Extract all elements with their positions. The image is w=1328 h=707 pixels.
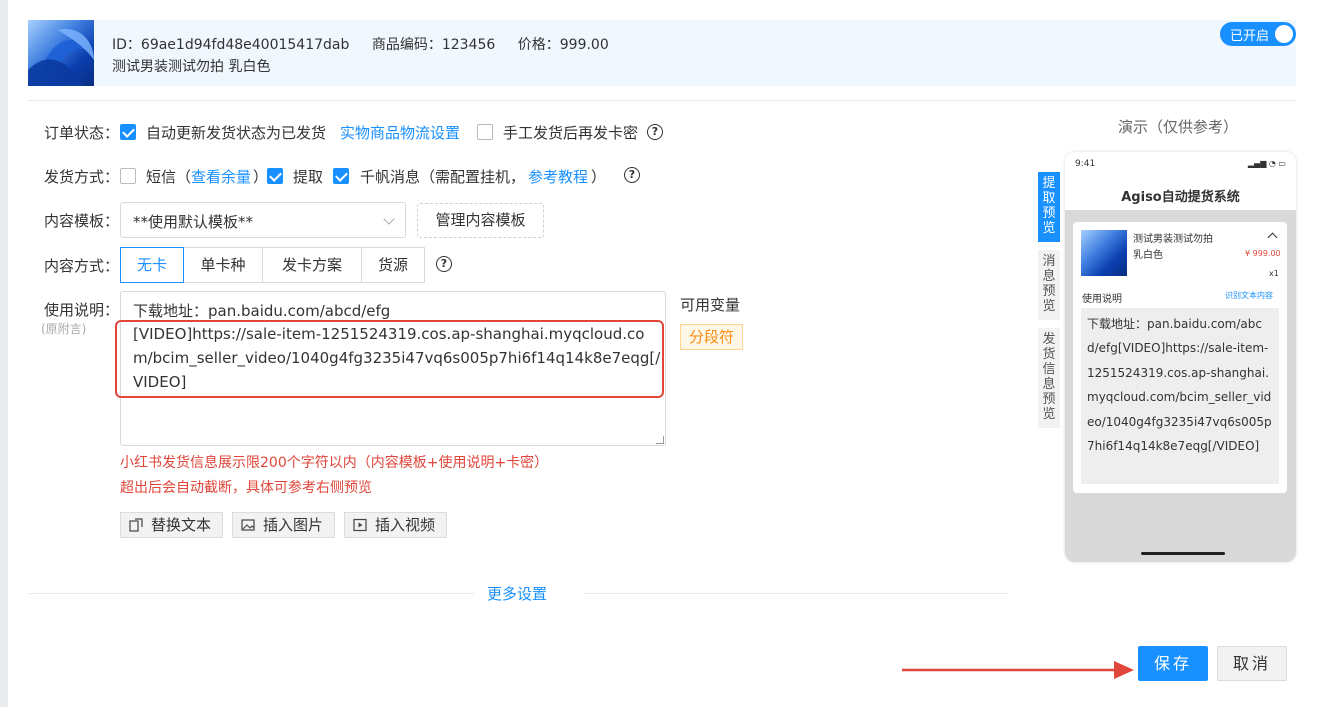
toggle-label: 已开启 bbox=[1230, 29, 1270, 44]
delivery-method-label: 发货方式： bbox=[44, 168, 120, 186]
qianfan-text: 千帆消息（需配置挂机， bbox=[360, 168, 526, 186]
more-settings-link[interactable]: 更多设置 bbox=[487, 583, 547, 604]
tab-delivery-info-preview[interactable]: 发货信息预览 bbox=[1038, 328, 1060, 428]
preview-price: ¥ 999.00 bbox=[1245, 249, 1281, 258]
mode-option-card-plan[interactable]: 发卡方案 bbox=[262, 247, 362, 283]
phone-app-title: Agiso自动提货系统 bbox=[1121, 190, 1240, 205]
save-button[interactable]: 保存 bbox=[1138, 646, 1208, 681]
video-icon bbox=[353, 518, 367, 532]
phone-body: 测试男装测试勿拍 乳白色 ¥ 999.00 x1 使用说明 识别文本内容 下载地… bbox=[1065, 210, 1296, 562]
insert-video-label: 插入视频 bbox=[375, 516, 436, 534]
instructions-line: 下载地址：pan.baidu.com/abcd/efg bbox=[133, 302, 391, 320]
product-meta: ID：69ae1d94fd48e40015417dab 商品编码：123456 … bbox=[112, 34, 627, 54]
preview-usage-label: 使用说明 bbox=[1082, 294, 1122, 305]
preview-product-name: 测试男装测试勿拍 乳白色 bbox=[1133, 234, 1213, 261]
preview-order-card: 测试男装测试勿拍 乳白色 ¥ 999.00 x1 使用说明 识别文本内容 下载地… bbox=[1073, 222, 1287, 493]
modal-backdrop bbox=[0, 0, 8, 707]
tab-extract-preview[interactable]: 提取预览 bbox=[1038, 172, 1060, 242]
phone-home-indicator bbox=[1141, 552, 1225, 555]
extract-checkbox[interactable] bbox=[267, 168, 283, 184]
insert-video-button[interactable]: 插入视频 bbox=[344, 512, 447, 538]
phone-preview: 9:41 ▂▄▆ ◔ ▭ Agiso自动提货系统 测试男装测试勿拍 乳白色 ¥ … bbox=[1065, 152, 1296, 562]
auto-update-status-text: 自动更新发货状态为已发货 bbox=[146, 124, 327, 142]
tutorial-link[interactable]: 参考教程 bbox=[528, 166, 588, 187]
replace-text-label: 替换文本 bbox=[151, 516, 212, 534]
image-icon bbox=[241, 519, 255, 531]
help-icon[interactable]: ? bbox=[624, 167, 640, 183]
cancel-button[interactable]: 取消 bbox=[1217, 646, 1287, 681]
product-thumbnail bbox=[28, 20, 94, 86]
truncate-warning: 超出后会自动截断，具体可参考右侧预览 bbox=[120, 480, 372, 496]
phone-header: 9:41 ▂▄▆ ◔ ▭ Agiso自动提货系统 bbox=[1065, 152, 1296, 210]
product-code: 商品编码：123456 bbox=[371, 37, 496, 53]
available-variables-title: 可用变量 bbox=[680, 296, 741, 314]
manage-template-button[interactable]: 管理内容模板 bbox=[417, 203, 544, 238]
resize-handle[interactable] bbox=[656, 436, 664, 444]
qianfan-checkbox[interactable] bbox=[333, 168, 349, 184]
tutorial-close-paren: ） bbox=[591, 168, 607, 186]
preview-title: 演示（仅供参考） bbox=[1118, 118, 1239, 136]
content-mode-label: 内容方式： bbox=[44, 257, 120, 275]
insert-image-label: 插入图片 bbox=[263, 516, 324, 534]
sms-close-paren: ） bbox=[253, 168, 269, 186]
insert-image-button[interactable]: 插入图片 bbox=[232, 512, 335, 538]
enabled-toggle[interactable]: 已开启 bbox=[1220, 22, 1296, 46]
more-settings-divider-right bbox=[583, 593, 1007, 594]
chevron-up-icon[interactable] bbox=[1267, 232, 1278, 243]
sms-checkbox[interactable] bbox=[120, 168, 136, 184]
phone-time: 9:41 bbox=[1075, 159, 1096, 169]
manual-resend-checkbox[interactable] bbox=[477, 124, 493, 140]
replace-icon bbox=[129, 518, 143, 532]
header-divider bbox=[28, 100, 1296, 101]
content-template-value: **使用默认模板** bbox=[133, 213, 254, 231]
preview-content-text: 下载地址：pan.baidu.com/abcd/efg[VIDEO]https:… bbox=[1081, 308, 1279, 484]
product-delivery-dialog: ID：69ae1d94fd48e40015417dab 商品编码：123456 … bbox=[8, 0, 1320, 707]
mode-option-single-card[interactable]: 单卡种 bbox=[183, 247, 263, 283]
variable-tag-separator[interactable]: 分段符 bbox=[680, 324, 743, 350]
replace-text-button[interactable]: 替换文本 bbox=[120, 512, 223, 538]
preview-product-thumbnail bbox=[1081, 230, 1127, 276]
manual-resend-text: 手工发货后再发卡密 bbox=[503, 124, 639, 142]
product-header: ID：69ae1d94fd48e40015417dab 商品编码：123456 … bbox=[28, 20, 1296, 86]
content-template-select[interactable]: **使用默认模板** bbox=[120, 202, 406, 238]
check-balance-link[interactable]: 查看余量 bbox=[191, 166, 251, 187]
help-icon[interactable]: ? bbox=[436, 256, 452, 272]
instructions-label: 使用说明： bbox=[44, 301, 120, 319]
product-id: ID：69ae1d94fd48e40015417dab bbox=[112, 37, 350, 53]
tab-message-preview[interactable]: 消息预览 bbox=[1038, 250, 1060, 320]
more-settings-divider-left bbox=[28, 593, 474, 594]
product-price: 价格：999.00 bbox=[517, 37, 609, 53]
logistics-settings-link[interactable]: 实物商品物流设置 bbox=[340, 122, 460, 143]
auto-update-status-checkbox[interactable] bbox=[120, 124, 136, 140]
signal-wifi-battery-icon: ▂▄▆ ◔ ▭ bbox=[1247, 159, 1286, 168]
annotation-arrow-icon bbox=[902, 661, 1134, 679]
toggle-knob bbox=[1275, 25, 1293, 43]
mode-option-no-card[interactable]: 无卡 bbox=[120, 247, 184, 283]
preview-ocr-link[interactable]: 识别文本内容 bbox=[1225, 290, 1273, 301]
order-status-label: 订单状态： bbox=[44, 124, 120, 142]
help-icon[interactable]: ? bbox=[647, 124, 663, 140]
chevron-down-icon bbox=[383, 213, 395, 225]
mode-option-source[interactable]: 货源 bbox=[361, 247, 425, 283]
product-name: 测试男装测试勿拍 乳白色 bbox=[112, 59, 271, 75]
extract-text: 提取 bbox=[293, 168, 324, 186]
char-limit-warning: 小红书发货信息展示限200个字符以内（内容模板+使用说明+卡密） bbox=[120, 455, 549, 471]
annotation-highlight-box bbox=[115, 320, 664, 398]
preview-quantity: x1 bbox=[1269, 269, 1279, 278]
sms-text: 短信（ bbox=[146, 168, 192, 186]
instructions-sub-label: (原附言) bbox=[41, 322, 87, 336]
content-template-label: 内容模板： bbox=[44, 212, 120, 230]
